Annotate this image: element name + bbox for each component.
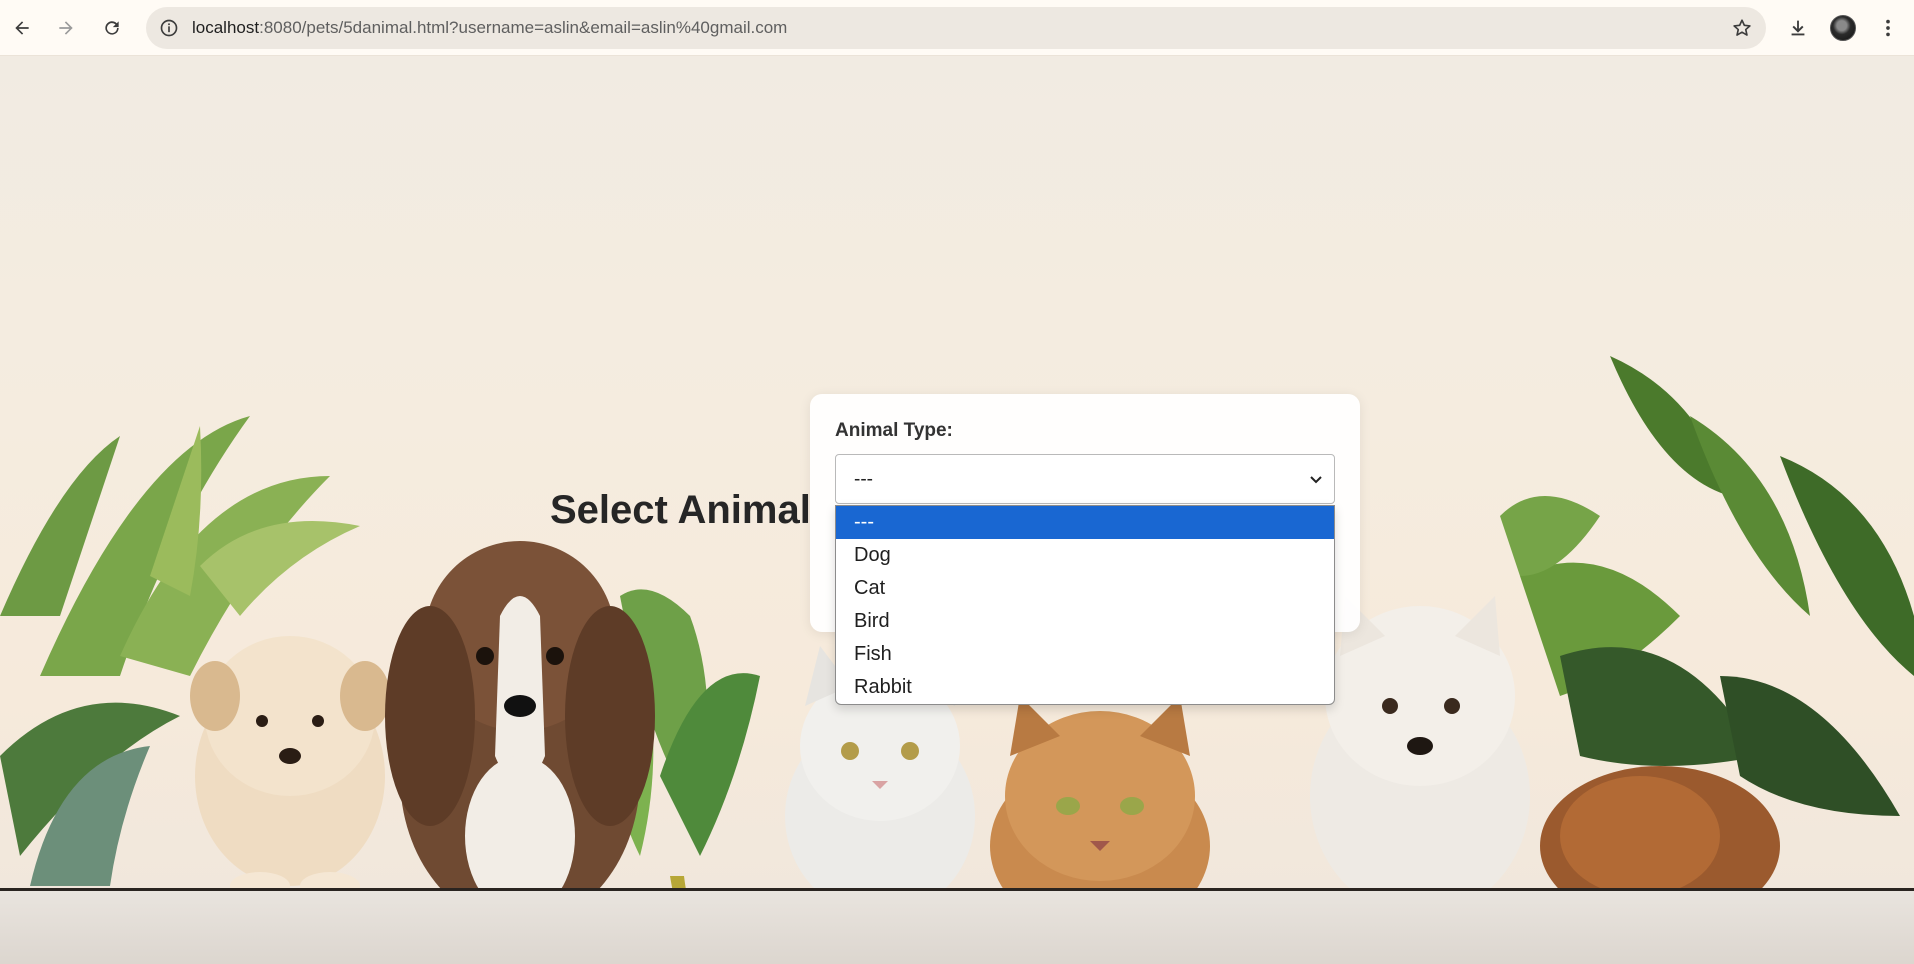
option-rabbit[interactable]: Rabbit [836, 671, 1334, 704]
select-current-value: --- [854, 469, 873, 490]
shelf-ledge [0, 888, 1914, 964]
url-path: :8080/pets/5danimal.html?username=aslin&… [259, 18, 788, 37]
arrow-right-icon [59, 21, 73, 35]
profile-button[interactable] [1825, 10, 1861, 46]
download-icon [1791, 20, 1805, 36]
option-bird[interactable]: Bird [836, 605, 1334, 638]
page-title: Select Animal [550, 488, 811, 532]
forward-button[interactable] [48, 10, 84, 46]
star-icon[interactable] [1730, 16, 1754, 40]
white-dog-right [1310, 596, 1530, 916]
back-button[interactable] [4, 10, 40, 46]
reload-button[interactable] [94, 10, 130, 46]
puppy-left [190, 636, 390, 900]
arrow-left-icon [15, 21, 29, 35]
animal-type-dropdown-list: --- Dog Cat Bird Fish Rabbit [835, 505, 1335, 705]
info-icon[interactable] [156, 15, 182, 41]
spaniel-dog [385, 541, 655, 926]
option-cat[interactable]: Cat [836, 572, 1334, 605]
url-text[interactable]: localhost:8080/pets/5danimal.html?userna… [192, 7, 787, 49]
right-plants [1500, 356, 1914, 816]
option-none[interactable]: --- [836, 506, 1334, 539]
kebab-menu-icon [1886, 19, 1890, 37]
chevron-down-icon [1310, 476, 1322, 484]
menu-button[interactable] [1870, 10, 1906, 46]
address-bar[interactable]: localhost:8080/pets/5danimal.html?userna… [146, 7, 1766, 49]
animal-type-label: Animal Type: [835, 420, 953, 441]
reload-icon [105, 21, 119, 35]
url-host: localhost [192, 18, 260, 37]
animal-type-select[interactable]: --- [835, 454, 1335, 504]
browser-toolbar: localhost:8080/pets/5danimal.html?userna… [0, 0, 1914, 56]
option-dog[interactable]: Dog [836, 539, 1334, 572]
downloads-button[interactable] [1780, 10, 1816, 46]
avatar [1830, 15, 1856, 41]
option-fish[interactable]: Fish [836, 638, 1334, 671]
